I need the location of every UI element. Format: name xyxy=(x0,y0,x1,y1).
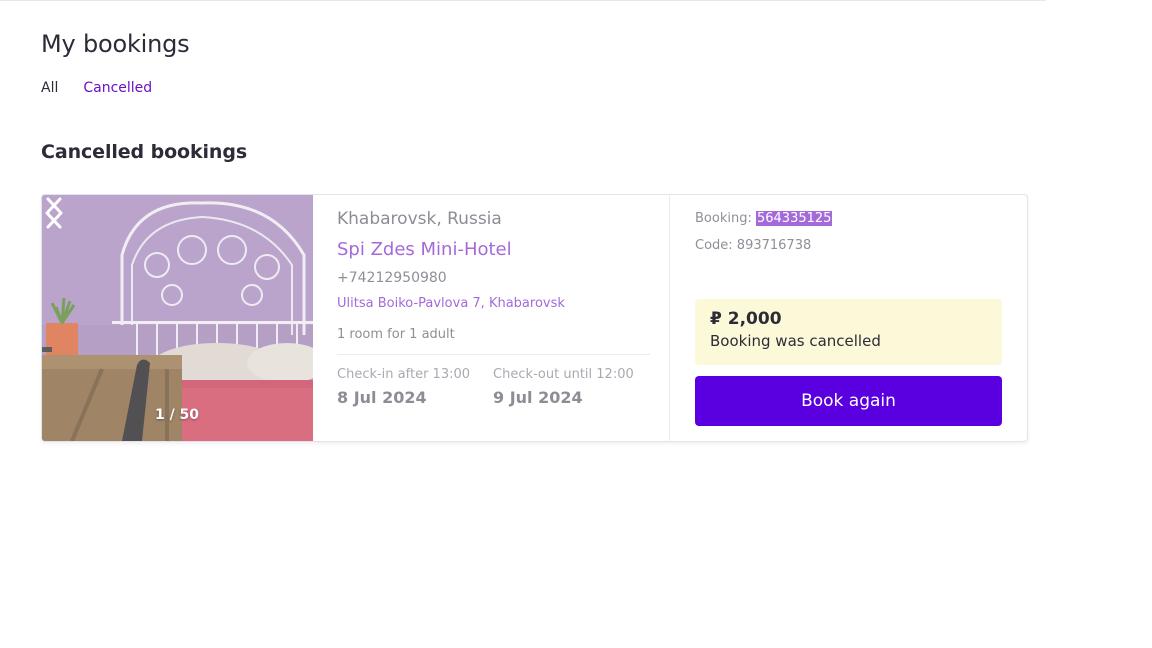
top-divider xyxy=(0,0,1046,1)
booking-code-label: Code: xyxy=(695,238,737,253)
booking-number-label: Booking: xyxy=(695,211,756,226)
section-title: Cancelled bookings xyxy=(41,141,248,163)
hotel-name-link[interactable]: Spi Zdes Mini-Hotel xyxy=(337,239,649,260)
booking-price: ₽ 2,000 xyxy=(710,309,782,329)
hotel-address-link[interactable]: Ulitsa Boiko-Pavlova 7, Khabarovsk xyxy=(337,296,649,311)
tab-all[interactable]: All xyxy=(41,80,58,96)
booking-info: Khabarovsk, Russia Spi Zdes Mini-Hotel +… xyxy=(313,195,670,441)
info-divider xyxy=(337,354,650,355)
page-title: My bookings xyxy=(41,30,190,58)
booking-number[interactable]: 564335125 xyxy=(755,211,833,226)
hotel-photo[interactable]: 1 / 50 xyxy=(42,195,313,441)
room-summary: 1 room for 1 adult xyxy=(337,327,455,342)
photo-fade-overlay xyxy=(42,195,313,441)
chevron-right-icon[interactable] xyxy=(42,195,66,231)
checkout-label: Check-out until 12:00 xyxy=(493,367,634,382)
checkout: Check-out until 12:00 9 Jul 2024 xyxy=(493,367,649,407)
status-badge: Booking was cancelled xyxy=(710,332,881,350)
checkout-date: 9 Jul 2024 xyxy=(493,388,583,407)
hotel-phone: +74212950980 xyxy=(337,270,447,286)
stay-dates: Check-in after 13:00 8 Jul 2024 Check-ou… xyxy=(337,367,649,407)
checkin: Check-in after 13:00 8 Jul 2024 xyxy=(337,367,493,407)
checkin-date: 8 Jul 2024 xyxy=(337,388,427,407)
booking-number-line: Booking: 564335125 xyxy=(695,211,1002,226)
booking-side-panel: Booking: 564335125 Code: 893716738 ₽ 2,0… xyxy=(670,195,1027,441)
booking-card: 1 / 50 Khabarovsk, Russia Spi Zdes Mini-… xyxy=(41,194,1028,442)
booking-tabs: All Cancelled xyxy=(41,80,152,96)
book-again-button[interactable]: Book again xyxy=(695,376,1002,426)
booking-code-line: Code: 893716738 xyxy=(695,238,1002,253)
tab-cancelled[interactable]: Cancelled xyxy=(83,80,152,96)
hotel-city: Khabarovsk, Russia xyxy=(337,209,502,229)
booking-code: 893716738 xyxy=(736,238,812,253)
checkin-label: Check-in after 13:00 xyxy=(337,367,471,382)
photo-counter: 1 / 50 xyxy=(154,407,200,423)
cancellation-status-box: ₽ 2,000 Booking was cancelled xyxy=(695,299,1002,365)
